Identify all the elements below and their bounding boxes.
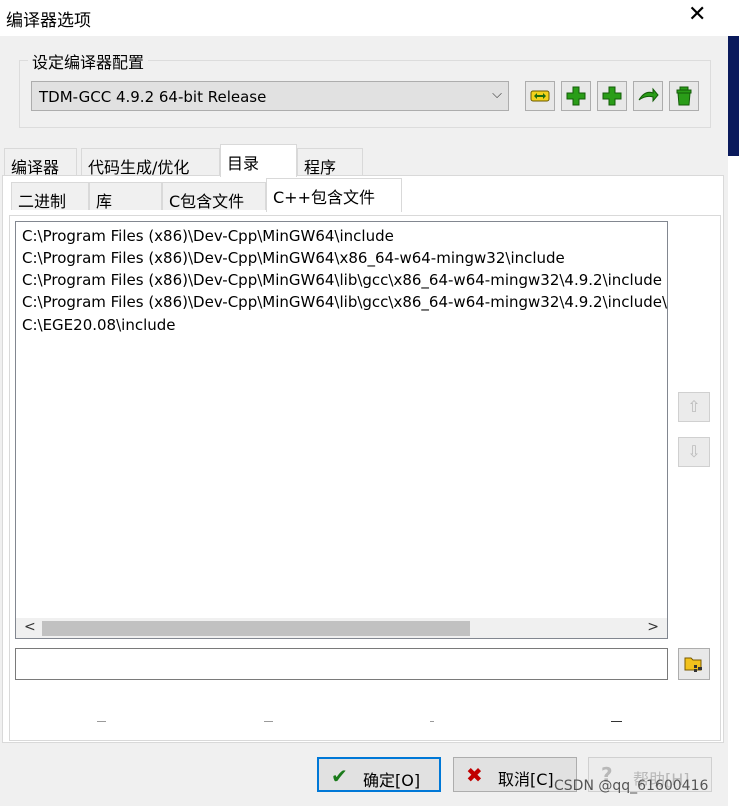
- tab-label: 库: [96, 192, 113, 211]
- scroll-right-icon[interactable]: >: [647, 619, 659, 635]
- tab-c-includes[interactable]: C包含文件: [162, 182, 266, 211]
- rename-icon: [638, 87, 659, 103]
- tab-label: 目录: [227, 154, 260, 173]
- separator: [430, 721, 434, 722]
- tab-label: 二进制: [18, 192, 67, 211]
- directories-page: 二进制 库 C包含文件 C++包含文件 C:\Program Files (x8…: [2, 175, 724, 743]
- add-from-folder-button[interactable]: [597, 81, 627, 111]
- separator: [97, 721, 106, 722]
- move-up-button[interactable]: ⇧: [678, 392, 710, 422]
- set-icon: [530, 90, 550, 102]
- tab-codegen[interactable]: 代码生成/优化: [81, 148, 220, 177]
- folder-browse-icon: [684, 657, 702, 672]
- ok-label: 确定[O]: [363, 771, 421, 790]
- cpp-includes-page: C:\Program Files (x86)\Dev-Cpp\MinGW64\i…: [9, 215, 721, 741]
- delete-compiler-button[interactable]: [669, 81, 699, 111]
- cancel-icon: ✖: [466, 763, 483, 787]
- tab-label: C包含文件: [169, 192, 245, 211]
- chevron-down-icon: ⌵: [492, 87, 502, 102]
- ok-button[interactable]: ✔ 确定[O]: [317, 757, 441, 792]
- tab-libraries[interactable]: 库: [89, 182, 162, 211]
- delete-icon: [676, 86, 692, 106]
- list-item[interactable]: C:\Program Files (x86)\Dev-Cpp\MinGW64\x…: [22, 249, 565, 267]
- background-window-edge: [728, 36, 739, 156]
- watermark: CSDN @qq_61600416: [554, 778, 709, 794]
- tab-cpp-includes[interactable]: C++包含文件: [266, 178, 402, 212]
- list-item[interactable]: C:\Program Files (x86)\Dev-Cpp\MinGW64\i…: [22, 227, 394, 245]
- browse-folder-button[interactable]: [678, 648, 710, 680]
- list-item[interactable]: C:\Program Files (x86)\Dev-Cpp\MinGW64\l…: [22, 271, 662, 289]
- title-bar: 编译器选项 ✕: [0, 0, 739, 36]
- scrollbar-thumb[interactable]: [42, 621, 470, 636]
- dialog-body: 设定编译器配置 TDM-GCC 4.9.2 64-bit Release ⌵ 编…: [0, 36, 728, 806]
- list-item[interactable]: C:\EGE20.08\include: [22, 316, 176, 334]
- separator: [264, 721, 273, 722]
- main-tab-strip: 编译器 代码生成/优化 目录 程序: [0, 144, 728, 177]
- add-compiler-button[interactable]: [561, 81, 591, 111]
- group-label: 设定编译器配置: [28, 49, 149, 73]
- add-icon: [602, 86, 622, 106]
- path-input[interactable]: [15, 648, 668, 680]
- separator: [611, 721, 622, 722]
- close-icon[interactable]: ✕: [688, 2, 706, 27]
- compiler-select[interactable]: TDM-GCC 4.9.2 64-bit Release ⌵: [31, 81, 509, 111]
- set-compiler-button[interactable]: [525, 81, 555, 111]
- selected-compiler: TDM-GCC 4.9.2 64-bit Release: [39, 88, 267, 106]
- tab-programs[interactable]: 程序: [297, 148, 363, 177]
- horizontal-scrollbar[interactable]: < >: [16, 618, 667, 638]
- tab-binaries[interactable]: 二进制: [11, 182, 89, 211]
- cancel-label: 取消[C]: [498, 770, 554, 789]
- arrow-down-icon: ⇩: [687, 442, 701, 461]
- rename-compiler-button[interactable]: [633, 81, 663, 111]
- move-down-button[interactable]: ⇩: [678, 437, 710, 467]
- scroll-left-icon[interactable]: <: [24, 619, 36, 635]
- add-icon: [566, 86, 586, 106]
- tab-directories[interactable]: 目录: [220, 144, 297, 177]
- check-icon: ✔: [331, 764, 348, 788]
- include-path-list[interactable]: C:\Program Files (x86)\Dev-Cpp\MinGW64\i…: [15, 221, 668, 639]
- window-title: 编译器选项: [6, 11, 91, 31]
- compiler-config-group: 设定编译器配置 TDM-GCC 4.9.2 64-bit Release ⌵: [19, 49, 711, 128]
- list-item[interactable]: C:\Program Files (x86)\Dev-Cpp\MinGW64\l…: [22, 293, 667, 311]
- tab-label: C++包含文件: [273, 188, 375, 207]
- arrow-up-icon: ⇧: [687, 397, 701, 416]
- tab-compiler[interactable]: 编译器: [4, 148, 77, 177]
